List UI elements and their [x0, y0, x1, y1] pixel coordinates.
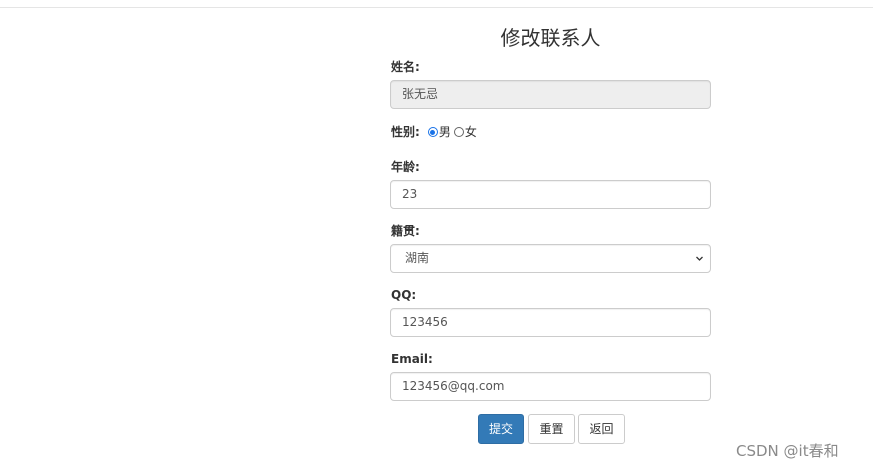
top-divider	[0, 7, 873, 8]
page-title: 修改联系人	[500, 26, 601, 50]
submit-button[interactable]: 提交	[478, 414, 524, 444]
gender-label: 性别:	[391, 125, 420, 139]
hometown-selected-value: 湖南	[405, 251, 430, 265]
reset-button[interactable]: 重置	[528, 414, 575, 444]
qq-label: QQ:	[391, 288, 417, 302]
qq-field[interactable]: 123456	[390, 308, 711, 337]
back-button[interactable]: 返回	[578, 414, 625, 444]
gender-female-label[interactable]: 女	[465, 124, 477, 140]
gender-male-radio[interactable]	[427, 127, 438, 137]
age-field[interactable]: 23	[390, 180, 711, 209]
hometown-label: 籍贯:	[391, 224, 420, 238]
email-label: Email:	[391, 352, 433, 366]
chevron-down-icon	[696, 256, 703, 261]
email-field[interactable]: 123456@qq.com	[390, 372, 711, 401]
age-label: 年龄:	[391, 160, 420, 174]
gender-row: 性别: 男 女	[391, 124, 480, 140]
watermark: CSDN @it春和	[736, 442, 839, 460]
name-label: 姓名:	[391, 60, 420, 74]
hometown-select[interactable]: 湖南	[390, 244, 711, 273]
gender-female-radio[interactable]	[453, 127, 464, 137]
name-field[interactable]: 张无忌	[390, 80, 711, 109]
gender-male-label[interactable]: 男	[439, 124, 451, 140]
